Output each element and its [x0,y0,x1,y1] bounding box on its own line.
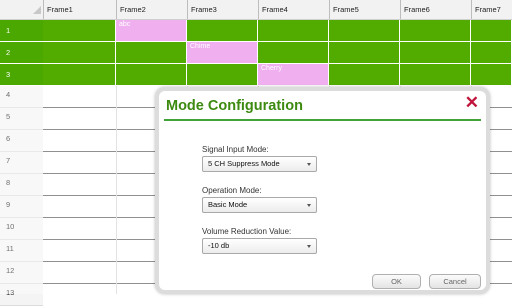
chevron-down-icon [307,204,311,207]
grid-cell[interactable] [43,42,116,63]
grid-cell[interactable] [187,20,258,41]
grid-cell[interactable] [258,42,329,63]
grid-cell[interactable]: abc [116,20,187,41]
operation-mode-select[interactable]: Basic Mode [202,197,317,213]
mode-configuration-dialog: Mode Configuration ✕ Signal Input Mode: … [155,87,490,294]
column-header-frame4[interactable]: Frame4 [258,0,329,19]
grid-cell[interactable] [471,64,512,85]
volume-reduction-label: Volume Reduction Value: [202,227,292,236]
signal-input-mode-label: Signal Input Mode: [202,145,269,154]
row-header[interactable]: 1 [0,20,43,41]
grid-cell[interactable]: Chime [187,42,258,63]
chevron-down-icon [307,245,311,248]
grid-cell[interactable] [187,64,258,85]
column-header-frame3[interactable]: Frame3 [187,0,258,19]
grid-row: 3 Cherry [0,64,512,86]
column-header-row: Frame1 Frame2 Frame3 Frame4 Frame5 Frame… [0,0,512,20]
close-icon[interactable]: ✕ [465,94,479,111]
grid-cell[interactable] [116,42,187,63]
grid-corner [0,0,43,19]
signal-input-mode-value: 5 CH Suppress Mode [208,159,280,168]
column-header-frame1[interactable]: Frame1 [43,0,116,19]
grid-cell[interactable] [471,42,512,63]
chevron-down-icon [307,163,311,166]
grid-cell[interactable] [400,64,471,85]
operation-mode-value: Basic Mode [208,200,248,209]
dialog-title: Mode Configuration [166,98,303,114]
column-header-frame7[interactable]: Frame7 [471,0,512,19]
grid-cell[interactable]: Cherry [258,64,329,85]
signal-input-mode-select[interactable]: 5 CH Suppress Mode [202,156,317,172]
volume-reduction-value: -10 db [208,241,230,250]
column-header-frame5[interactable]: Frame5 [329,0,400,19]
grid-cell[interactable] [43,20,116,41]
column-header-frame2[interactable]: Frame2 [116,0,187,19]
grid-cell[interactable] [329,20,400,41]
grid-cell[interactable] [400,42,471,63]
grid-cell[interactable] [329,64,400,85]
column-header-frame6[interactable]: Frame6 [400,0,471,19]
select-all-icon[interactable] [33,6,41,14]
grid-cell[interactable] [116,64,187,85]
row-header[interactable]: 2 [0,42,43,63]
grid-row: 1 abc [0,20,512,42]
volume-reduction-select[interactable]: -10 db [202,238,317,254]
grid-cell[interactable] [43,64,116,85]
grid-row: 2 Chime [0,42,512,64]
ok-button[interactable]: OK [372,274,421,289]
grid-cell[interactable] [471,20,512,41]
cancel-button[interactable]: Cancel [429,274,481,289]
grid-cell[interactable] [258,20,329,41]
operation-mode-label: Operation Mode: [202,186,262,195]
grid-cell[interactable] [400,20,471,41]
grid-cell[interactable] [329,42,400,63]
row-header[interactable]: 3 [0,64,43,85]
title-divider [164,119,481,121]
